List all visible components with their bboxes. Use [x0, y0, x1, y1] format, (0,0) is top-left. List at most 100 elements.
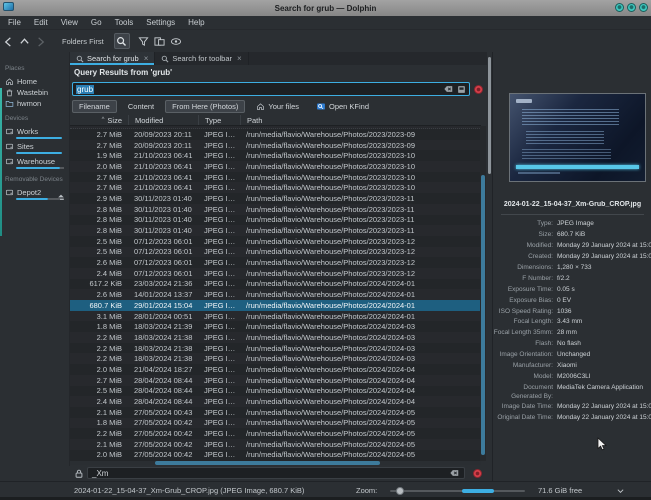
column-header-path[interactable]: Path — [240, 115, 481, 125]
search-input[interactable]: grub — [72, 82, 470, 96]
titlebar[interactable]: Search for grub — Dolphin — [0, 0, 651, 16]
table-row[interactable]: 2.7 MiB21/10/2023 06:41JPEG Im…/run/medi… — [70, 182, 480, 193]
menu-tools[interactable]: Tools — [115, 18, 134, 27]
table-row[interactable]: 2.8 MiB30/11/2023 01:40JPEG Im…/run/medi… — [70, 225, 480, 236]
filter-button-open-kfind[interactable]: Open KFind — [310, 100, 375, 113]
filter-button-from-here-photos[interactable]: From Here (Photos) — [165, 100, 245, 113]
preview-toggle-button[interactable] — [168, 33, 184, 49]
column-header-size[interactable]: ^Size — [70, 115, 128, 125]
tab-close-icon[interactable]: × — [237, 54, 242, 63]
sidebar-item-warehouse[interactable]: Warehouse — [0, 155, 69, 169]
table-row[interactable]: 2.1 MiB27/05/2024 00:43JPEG Im…/run/medi… — [70, 407, 480, 418]
table-row[interactable]: 680.7 KiB29/01/2024 15:04JPEG Im…/run/me… — [70, 300, 480, 311]
table-row[interactable]: 2.1 MiB27/05/2024 00:42JPEG Im…/run/medi… — [70, 439, 480, 450]
sidebar-item-wastebin[interactable]: Wastebin — [0, 86, 69, 97]
chevron-down-icon[interactable] — [616, 487, 625, 495]
table-row[interactable]: 2.2 MiB18/03/2024 21:38JPEG Im…/run/medi… — [70, 332, 480, 343]
table-row[interactable]: 2.2 MiB18/03/2024 21:38JPEG Im…/run/medi… — [70, 353, 480, 364]
filter-button-filename[interactable]: Filename — [72, 100, 117, 113]
save-search-icon[interactable] — [457, 85, 466, 94]
search-toggle-button[interactable] — [114, 33, 130, 49]
menu-help[interactable]: Help — [188, 18, 204, 27]
table-row[interactable]: 2.9 MiB30/11/2023 01:40JPEG Im…/run/medi… — [70, 193, 480, 204]
minimize-button[interactable] — [615, 3, 624, 12]
filter-button-label: Open KFind — [329, 102, 369, 111]
menu-file[interactable]: File — [8, 18, 21, 27]
sidebar-item-sites[interactable]: Sites — [0, 140, 69, 154]
close-button[interactable] — [639, 3, 648, 12]
menu-settings[interactable]: Settings — [146, 18, 175, 27]
clear-filter-icon[interactable] — [449, 468, 460, 478]
table-row[interactable]: 2.7 MiB20/09/2023 20:11JPEG Im…/run/medi… — [70, 140, 480, 151]
back-button[interactable] — [0, 33, 16, 49]
table-row[interactable]: 2.0 MiB21/10/2023 06:41JPEG Im…/run/medi… — [70, 161, 480, 172]
column-header-modified[interactable]: Modified — [128, 115, 198, 125]
table-row[interactable]: 2.8 MiB30/11/2023 01:40JPEG Im…/run/medi… — [70, 215, 480, 226]
filter-button-your-files[interactable]: Your files — [250, 100, 305, 113]
drive-icon — [5, 188, 14, 197]
up-button[interactable] — [16, 33, 32, 49]
table-row[interactable]: 2.4 MiB07/12/2023 06:01JPEG Im…/run/medi… — [70, 268, 480, 279]
tab-search-for-grub[interactable]: Search for grub× — [70, 52, 155, 65]
cell-type: JPEG Im… — [198, 226, 240, 235]
table-row[interactable]: 1.9 MiB21/10/2023 06:41JPEG Im…/run/medi… — [70, 150, 480, 161]
sidebar-item-works[interactable]: Works — [0, 125, 69, 139]
menu-edit[interactable]: Edit — [34, 18, 48, 27]
sort-mode-label[interactable]: Folders First — [62, 37, 104, 46]
table-row[interactable]: 2.5 MiB28/04/2024 08:44JPEG Im…/run/medi… — [70, 386, 480, 397]
clear-input-icon[interactable] — [443, 84, 454, 94]
filename-filter-input[interactable]: _Xm — [87, 467, 465, 479]
sidebar-item-home[interactable]: Home — [0, 75, 69, 86]
metadata-row: Image Date Time:Monday 22 January 2024 a… — [493, 403, 651, 411]
table-row[interactable]: 2.2 MiB27/05/2024 00:42JPEG Im…/run/medi… — [70, 428, 480, 439]
menu-view[interactable]: View — [61, 18, 78, 27]
sidebar-item-hwmon[interactable]: hwmon — [0, 97, 69, 108]
cell-type: JPEG Im… — [198, 333, 240, 342]
table-row[interactable]: 1.8 MiB27/05/2024 00:42JPEG Im…/run/medi… — [70, 418, 480, 429]
menu-go[interactable]: Go — [91, 18, 102, 27]
table-row[interactable]: 2.0 MiB27/05/2024 00:42JPEG Im…/run/medi… — [70, 450, 480, 461]
metadata-value: 680.7 KiB — [557, 231, 651, 239]
vertical-scrollbar-thumb[interactable] — [481, 175, 485, 455]
table-row[interactable]: 617.2 KiB23/03/2024 21:36JPEG Im…/run/me… — [70, 279, 480, 290]
background-window-edge — [0, 88, 2, 236]
forward-button[interactable] — [32, 33, 48, 49]
cell-modified: 23/03/2024 21:36 — [128, 279, 198, 288]
table-row[interactable]: 2.7 MiB21/10/2023 06:41JPEG Im…/run/medi… — [70, 172, 480, 183]
table-row[interactable]: 2.5 MiB07/12/2023 06:01JPEG Im…/run/medi… — [70, 236, 480, 247]
horizontal-scrollbar[interactable] — [70, 461, 481, 465]
table-row[interactable]: 2.6 MiB07/12/2023 06:01JPEG Im…/run/medi… — [70, 257, 480, 268]
table-row[interactable]: 1.8 MiB18/03/2024 21:39JPEG Im…/run/medi… — [70, 321, 480, 332]
filter-button-content[interactable]: Content — [122, 100, 160, 113]
cell-type: JPEG Im… — [198, 365, 240, 374]
cell-modified: 18/03/2024 21:38 — [128, 344, 198, 353]
table-row[interactable]: 2.7 MiB28/04/2024 08:44JPEG Im…/run/medi… — [70, 375, 480, 386]
table-row[interactable]: 2.7 MiB20/09/2023 20:11JPEG Im…/run/medi… — [70, 129, 480, 140]
zoom-slider[interactable] — [390, 490, 525, 492]
filter-toggle-button[interactable] — [136, 33, 152, 49]
table-row[interactable]: 2.0 MiB21/04/2024 18:27JPEG Im…/run/medi… — [70, 364, 480, 375]
tab-close-icon[interactable]: × — [144, 54, 149, 63]
window-title: Search for grub — Dolphin — [0, 4, 651, 13]
info-panel-scrollbar[interactable] — [488, 57, 491, 174]
zoom-slider-knob[interactable] — [396, 487, 404, 495]
table-row[interactable]: 2.5 MiB07/12/2023 06:01JPEG Im…/run/medi… — [70, 247, 480, 258]
table-row[interactable]: 3.1 MiB28/01/2024 00:51JPEG Im…/run/medi… — [70, 311, 480, 322]
lock-icon[interactable] — [74, 468, 84, 479]
table-row[interactable]: 2.8 MiB30/11/2023 01:40JPEG Im…/run/medi… — [70, 204, 480, 215]
maximize-button[interactable] — [627, 3, 636, 12]
column-header-type[interactable]: Type — [198, 115, 240, 125]
table-row[interactable]: 2.6 MiB14/01/2024 13:37JPEG Im…/run/medi… — [70, 289, 480, 300]
sidebar-item-depot2[interactable]: Depot2 — [0, 186, 69, 200]
vertical-scrollbar[interactable] — [480, 126, 486, 461]
free-space-label[interactable]: 71.6 GiB free — [538, 486, 582, 495]
table-row[interactable]: 2.2 MiB18/03/2024 21:38JPEG Im…/run/medi… — [70, 343, 480, 354]
close-filter-bar-button[interactable] — [473, 469, 482, 478]
table-row[interactable]: 2.4 MiB28/04/2024 08:44JPEG Im…/run/medi… — [70, 396, 480, 407]
tab-search-for-toolbar[interactable]: Search for toolbar× — [155, 52, 248, 65]
horizontal-scrollbar-thumb[interactable] — [155, 461, 380, 465]
metadata-label: Created: — [493, 253, 557, 261]
split-view-button[interactable] — [152, 33, 168, 49]
close-search-button[interactable] — [474, 85, 483, 94]
eject-icon[interactable] — [57, 188, 65, 206]
